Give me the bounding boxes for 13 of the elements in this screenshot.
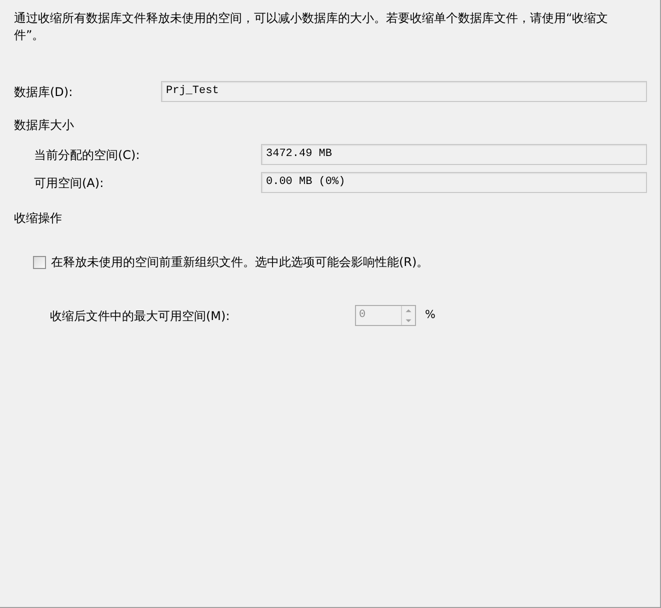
database-field[interactable]: Prj_Test (161, 81, 647, 102)
section-heading: 收缩操作 (14, 211, 62, 225)
size-label: 可用空间(A): (34, 174, 105, 192)
size-field[interactable]: 3472.49 MB (261, 144, 647, 165)
description-text: 通过收缩所有数据库文件释放未使用的空间，可以减小数据库的大小。若要收缩单个数据库文件，请使用“收缩文件”。 (14, 10, 610, 44)
database-label: 数据库(D): (14, 84, 74, 100)
checkbox-label: 在释放未使用的空间前重新组织文件。选中此选项可能会影响性能(R)。 (51, 254, 429, 271)
size-field[interactable]: 0.00 MB (0%) (261, 172, 647, 193)
section-heading: 数据库大小 (14, 118, 74, 132)
checkbox[interactable] (33, 256, 46, 268)
unit-label: % (425, 307, 436, 324)
max-free-label: 收缩后文件中的最大可用空间(M): (50, 308, 231, 324)
size-label: 当前分配的空间(C): (34, 146, 141, 164)
